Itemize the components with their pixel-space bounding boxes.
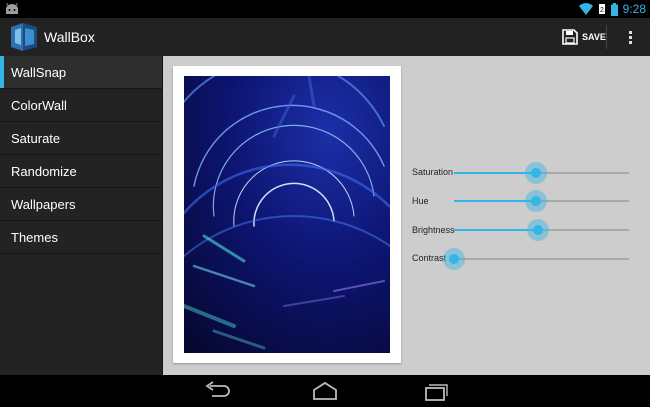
status-bar: 2 9:28 xyxy=(0,0,650,18)
wifi-icon xyxy=(578,3,593,15)
system-nav-bar xyxy=(0,375,650,407)
saturation-label: Saturation xyxy=(412,167,454,177)
drawer-item-wallpapers[interactable]: Wallpapers xyxy=(0,188,162,221)
wallpaper-preview-card xyxy=(173,66,401,363)
brightness-label: Brightness xyxy=(412,225,455,235)
recent-apps-icon[interactable] xyxy=(418,379,452,403)
status-time: 9:28 xyxy=(622,2,646,16)
saturation-slider[interactable] xyxy=(454,162,629,184)
save-label: SAVE xyxy=(582,32,606,42)
action-bar-divider xyxy=(606,25,607,49)
back-icon[interactable] xyxy=(200,379,234,403)
brightness-slider[interactable] xyxy=(454,219,629,241)
drawer-item-themes[interactable]: Themes xyxy=(0,221,162,254)
drawer-item-wallsnap[interactable]: WallSnap xyxy=(0,56,162,89)
navigation-drawer: WallSnap ColorWall Saturate Randomize Wa… xyxy=(0,56,163,375)
hue-slider[interactable] xyxy=(454,190,629,212)
app-logo-icon[interactable] xyxy=(9,21,39,53)
contrast-slider-thumb[interactable] xyxy=(443,248,465,270)
save-button[interactable]: SAVE xyxy=(556,18,612,56)
content-area: Saturation Hue Brightness Contrast xyxy=(163,56,650,375)
contrast-label: Contrast xyxy=(412,253,447,263)
svg-text:2: 2 xyxy=(600,7,604,14)
app-title: WallBox xyxy=(44,29,95,45)
overflow-menu-icon[interactable] xyxy=(620,18,640,56)
save-icon xyxy=(562,29,578,45)
alarm-icon: 2 xyxy=(598,4,605,14)
drawer-item-saturate[interactable]: Saturate xyxy=(0,122,162,155)
brightness-slider-thumb[interactable] xyxy=(527,219,549,241)
wallpaper-preview-image[interactable] xyxy=(184,76,390,353)
contrast-slider[interactable] xyxy=(443,248,629,270)
hue-slider-thumb[interactable] xyxy=(525,190,548,212)
android-debug-icon xyxy=(6,3,18,14)
battery-icon xyxy=(610,2,618,16)
action-bar: WallBox SAVE xyxy=(0,18,650,56)
home-icon[interactable] xyxy=(308,379,342,403)
drawer-item-randomize[interactable]: Randomize xyxy=(0,155,162,188)
saturation-slider-thumb[interactable] xyxy=(525,162,548,184)
drawer-item-colorwall[interactable]: ColorWall xyxy=(0,89,162,122)
hue-label: Hue xyxy=(412,196,429,206)
